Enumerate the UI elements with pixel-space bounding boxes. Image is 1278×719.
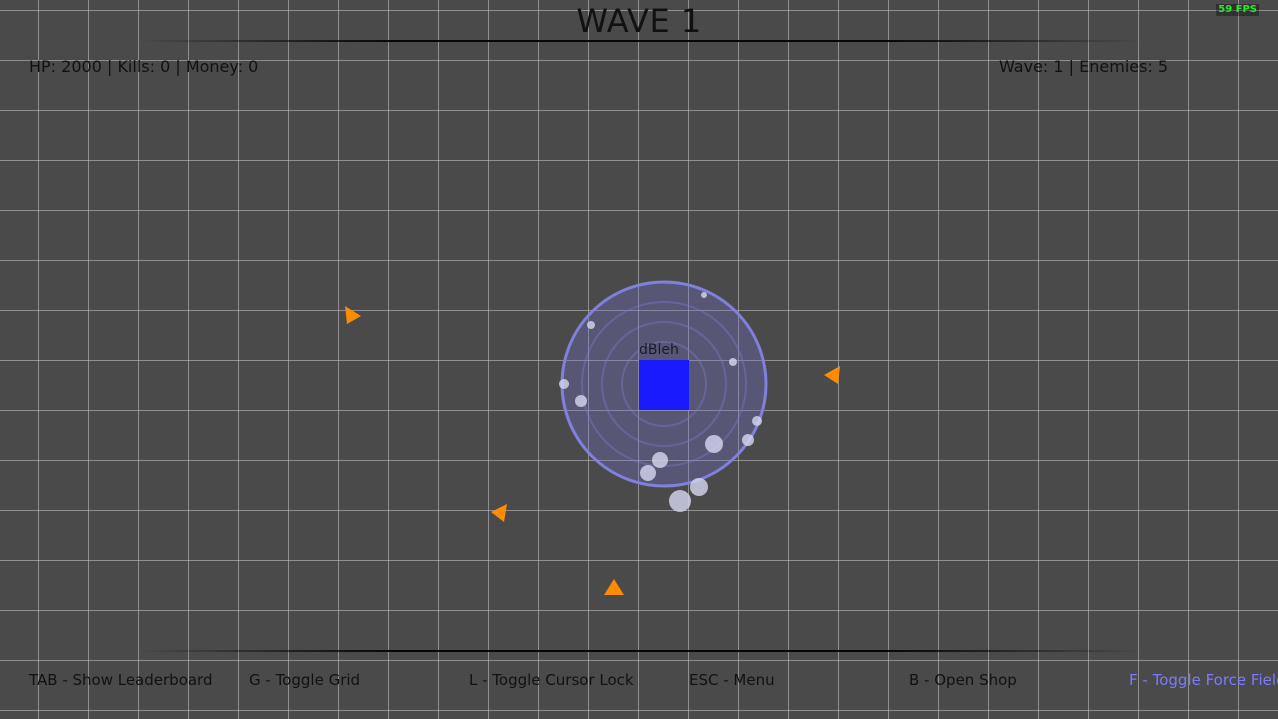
hint-open-shop[interactable]: B - Open Shop [909, 671, 1017, 689]
enemy-triangle [824, 366, 840, 384]
hint-cursor-lock[interactable]: L - Toggle Cursor Lock [469, 671, 634, 689]
enemy-triangle [491, 504, 507, 522]
player-name: dBleh [639, 342, 679, 358]
hint-leaderboard[interactable]: TAB - Show Leaderboard [29, 671, 213, 689]
hint-force-field[interactable]: F - Toggle Force Field [1129, 671, 1278, 689]
particle [742, 434, 754, 446]
bottom-divider [140, 650, 1140, 652]
hint-toggle-grid[interactable]: G - Toggle Grid [249, 671, 360, 689]
enemy-triangle [604, 579, 624, 595]
enemy-triangle [345, 306, 361, 324]
particle [690, 478, 708, 496]
particle [729, 358, 737, 366]
player-square [639, 360, 689, 410]
particle [705, 435, 723, 453]
particle [575, 395, 587, 407]
game-canvas[interactable]: WAVE 1 59 FPS HP: 2000 | Kills: 0 | Mone… [0, 0, 1278, 719]
particle [752, 416, 762, 426]
particle [652, 452, 668, 468]
particle [701, 292, 707, 298]
particle [640, 465, 656, 481]
particle [587, 321, 595, 329]
playfield [345, 280, 840, 595]
particle [669, 490, 691, 512]
particle [559, 379, 569, 389]
hint-menu[interactable]: ESC - Menu [689, 671, 775, 689]
